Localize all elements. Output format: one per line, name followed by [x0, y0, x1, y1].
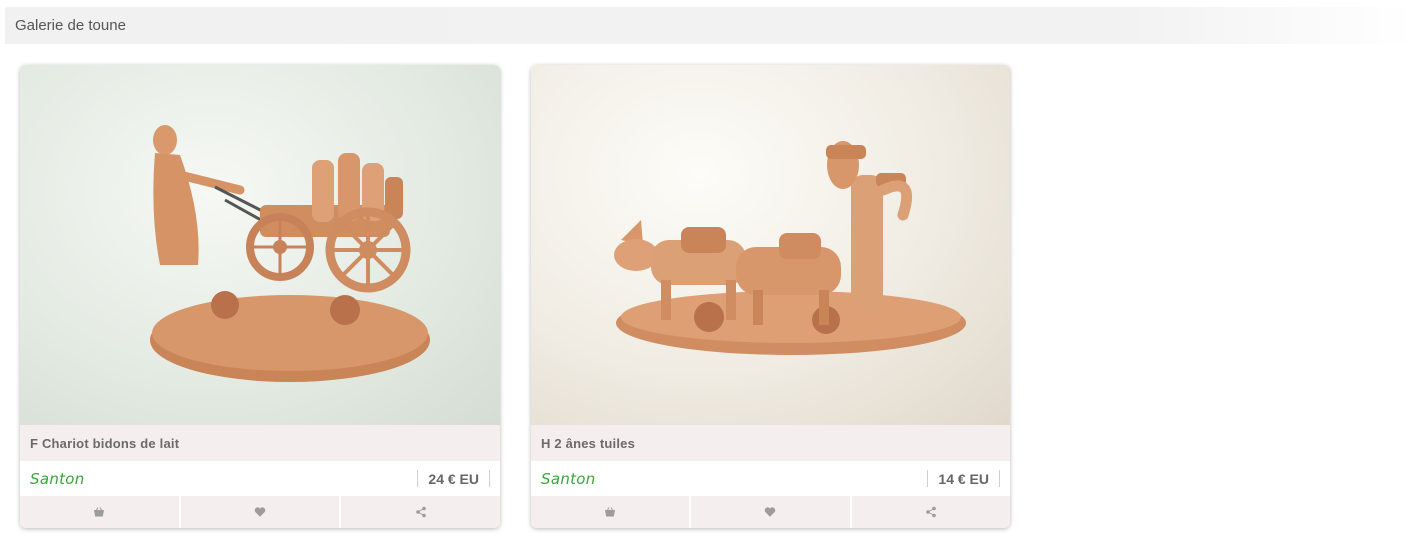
product-actions — [531, 496, 1010, 528]
favorite-button[interactable] — [691, 496, 852, 528]
product-price: 14 € EU — [927, 470, 1000, 487]
product-actions — [20, 496, 500, 528]
santon-chariot-figurine — [150, 125, 430, 382]
gallery-title: Galerie de toune — [15, 17, 126, 34]
product-price: 24 € EU — [417, 470, 490, 487]
basket-icon — [605, 507, 616, 517]
product-info: Santon 14 € EU — [531, 461, 1010, 496]
product-category[interactable]: Santon — [541, 470, 596, 488]
share-button[interactable] — [852, 496, 1010, 528]
share-icon — [926, 506, 936, 518]
add-to-basket-button[interactable] — [20, 496, 181, 528]
add-to-basket-button[interactable] — [531, 496, 692, 528]
product-card[interactable]: F Chariot bidons de lait Santon 24 € EU — [20, 65, 500, 528]
product-title[interactable]: F Chariot bidons de lait — [20, 425, 500, 461]
product-photo[interactable] — [20, 65, 500, 425]
gallery-header: Galerie de toune — [5, 7, 1414, 44]
share-icon — [415, 506, 426, 518]
heart-icon — [254, 507, 266, 517]
basket-icon — [94, 507, 105, 517]
product-title[interactable]: H 2 ânes tuiles — [531, 425, 1010, 461]
product-category[interactable]: Santon — [30, 470, 85, 488]
favorite-button[interactable] — [181, 496, 342, 528]
product-info: Santon 24 € EU — [20, 461, 500, 496]
santon-donkeys-figurine — [614, 141, 966, 355]
heart-icon — [765, 507, 776, 517]
product-photo[interactable] — [531, 65, 1010, 425]
product-card[interactable]: H 2 ânes tuiles Santon 14 € EU — [531, 65, 1010, 528]
share-button[interactable] — [341, 496, 500, 528]
